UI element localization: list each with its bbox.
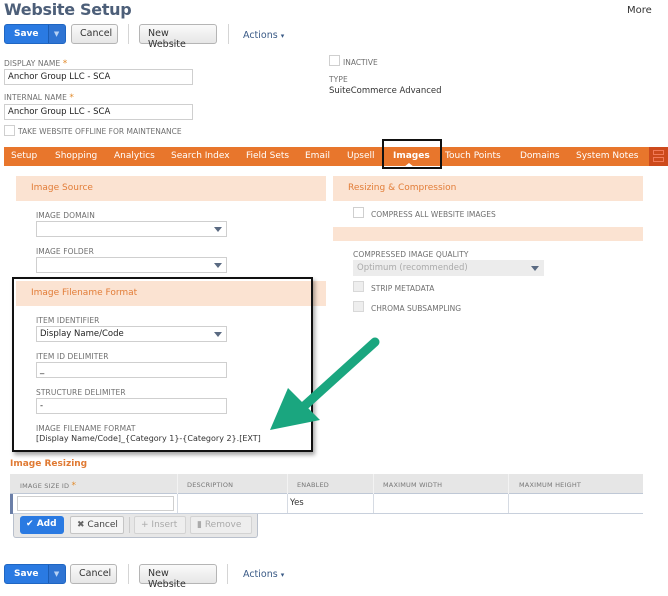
section-divider-band [333,227,643,241]
dropdown-arrow-icon [531,266,539,271]
col-max-height: MAXIMUM HEIGHT [519,481,582,489]
chroma-subsampling-label: CHROMA SUBSAMPLING [371,304,462,313]
type-value: SuiteCommerce Advanced [329,86,442,96]
table-row[interactable]: Yes [10,494,643,514]
internal-name-input[interactable]: Anchor Group LLC - SCA [4,104,193,120]
tab-shopping[interactable]: Shopping [55,151,97,161]
resizing-compression-header: Resizing & Compression [333,176,643,201]
compressed-quality-select[interactable]: Optimum (recommended) [353,260,544,276]
col-enabled: ENABLED [297,481,330,489]
tab-setup[interactable]: Setup [11,151,37,161]
display-name-label: DISPLAY NAME * [4,59,68,69]
subtab-bar: Setup Shopping Analytics Search Index Fi… [4,147,668,166]
required-icon: * [69,93,75,103]
caret-down-icon: ▾ [280,571,285,579]
add-row-button[interactable]: ✔ Add [20,516,64,534]
save-dropdown-caret-icon[interactable]: ▼ [47,565,65,583]
row-edit-toolbar: ✔ Add ✖ Cancel + Insert ▮ Remove [13,514,258,538]
toolbar-divider [128,24,129,44]
col-max-width: MAXIMUM WIDTH [383,481,443,489]
new-website-button[interactable]: New Website [139,564,217,590]
tab-touch-points[interactable]: Touch Points [445,151,501,161]
remove-row-button[interactable]: ▮ Remove [190,516,252,534]
image-folder-select[interactable] [36,257,227,273]
tab-domains[interactable]: Domains [520,151,560,161]
actions-label: Actions [243,569,278,580]
col-image-size-id: IMAGE SIZE ID * [20,481,77,491]
dropdown-arrow-icon [214,227,222,232]
actions-menu[interactable]: Actions ▾ [243,30,284,41]
more-link[interactable]: More [627,5,652,16]
caret-down-icon: ▾ [280,32,285,40]
images-tab-highlight [382,139,442,169]
actions-label: Actions [243,30,278,41]
tab-field-sets[interactable]: Field Sets [246,151,289,161]
toolbar-divider [228,24,229,44]
menu-icon [653,150,664,155]
x-icon: ✖ [77,520,85,530]
col-description: DESCRIPTION [187,481,234,489]
inactive-label: INACTIVE [343,58,378,67]
cancel-button[interactable]: Cancel [71,24,118,44]
trash-icon: ▮ [197,520,202,530]
compress-all-checkbox[interactable] [353,207,364,218]
image-folder-label: IMAGE FOLDER [36,247,94,256]
image-source-title: Image Source [31,183,93,193]
tab-search-index[interactable]: Search Index [171,151,230,161]
plus-icon: + [141,520,149,530]
tab-analytics[interactable]: Analytics [114,151,155,161]
compress-all-label: COMPRESS ALL WEBSITE IMAGES [371,210,496,219]
image-resizing-title: Image Resizing [10,459,88,469]
type-label: TYPE [329,75,348,84]
internal-name-label: INTERNAL NAME * [4,93,75,103]
resizing-compression-title: Resizing & Compression [348,183,457,193]
image-source-header: Image Source [16,176,326,201]
image-resizing-grid-header: IMAGE SIZE ID * DESCRIPTION ENABLED MAXI… [10,474,643,494]
insert-row-button[interactable]: + Insert [134,516,186,534]
compressed-quality-label: COMPRESSED IMAGE QUALITY [353,250,469,259]
save-dropdown-caret-icon[interactable]: ▼ [47,25,65,43]
actions-menu[interactable]: Actions ▾ [243,569,284,580]
toolbar-divider [129,517,130,533]
chroma-subsampling-checkbox[interactable] [353,301,364,312]
strip-metadata-checkbox[interactable] [353,281,364,292]
required-icon: * [62,59,68,69]
cancel-row-button[interactable]: ✖ Cancel [70,516,124,534]
image-size-id-input[interactable] [17,496,174,511]
page-title: Website Setup [4,0,132,19]
save-button-group[interactable]: Save ▼ [4,24,66,44]
save-button[interactable]: Save [5,25,48,43]
toolbar-divider [128,564,129,584]
dropdown-arrow-icon [214,263,222,268]
menu-icon [653,157,664,162]
check-icon: ✔ [26,519,34,529]
offline-label: TAKE WEBSITE OFFLINE FOR MAINTENANCE [18,127,182,136]
save-button[interactable]: Save [5,565,48,583]
new-website-button[interactable]: New Website [139,24,217,50]
tab-system-notes[interactable]: System Notes [576,151,638,161]
offline-checkbox[interactable] [4,125,15,136]
display-name-input[interactable]: Anchor Group LLC - SCA [4,69,193,85]
strip-metadata-label: STRIP METADATA [371,284,435,293]
enabled-cell[interactable]: Yes [290,498,304,508]
image-domain-select[interactable] [36,221,227,237]
required-icon: * [71,481,77,491]
tab-menu-button[interactable] [649,147,668,166]
image-domain-label: IMAGE DOMAIN [36,211,95,220]
tab-email[interactable]: Email [305,151,330,161]
cancel-button[interactable]: Cancel [70,564,117,584]
current-row-marker [10,494,13,514]
toolbar-divider [227,564,228,584]
annotation-arrow-icon [270,337,380,430]
inactive-checkbox[interactable] [329,55,340,66]
tab-upsell[interactable]: Upsell [347,151,375,161]
save-button-group-bottom[interactable]: Save ▼ [4,564,66,584]
